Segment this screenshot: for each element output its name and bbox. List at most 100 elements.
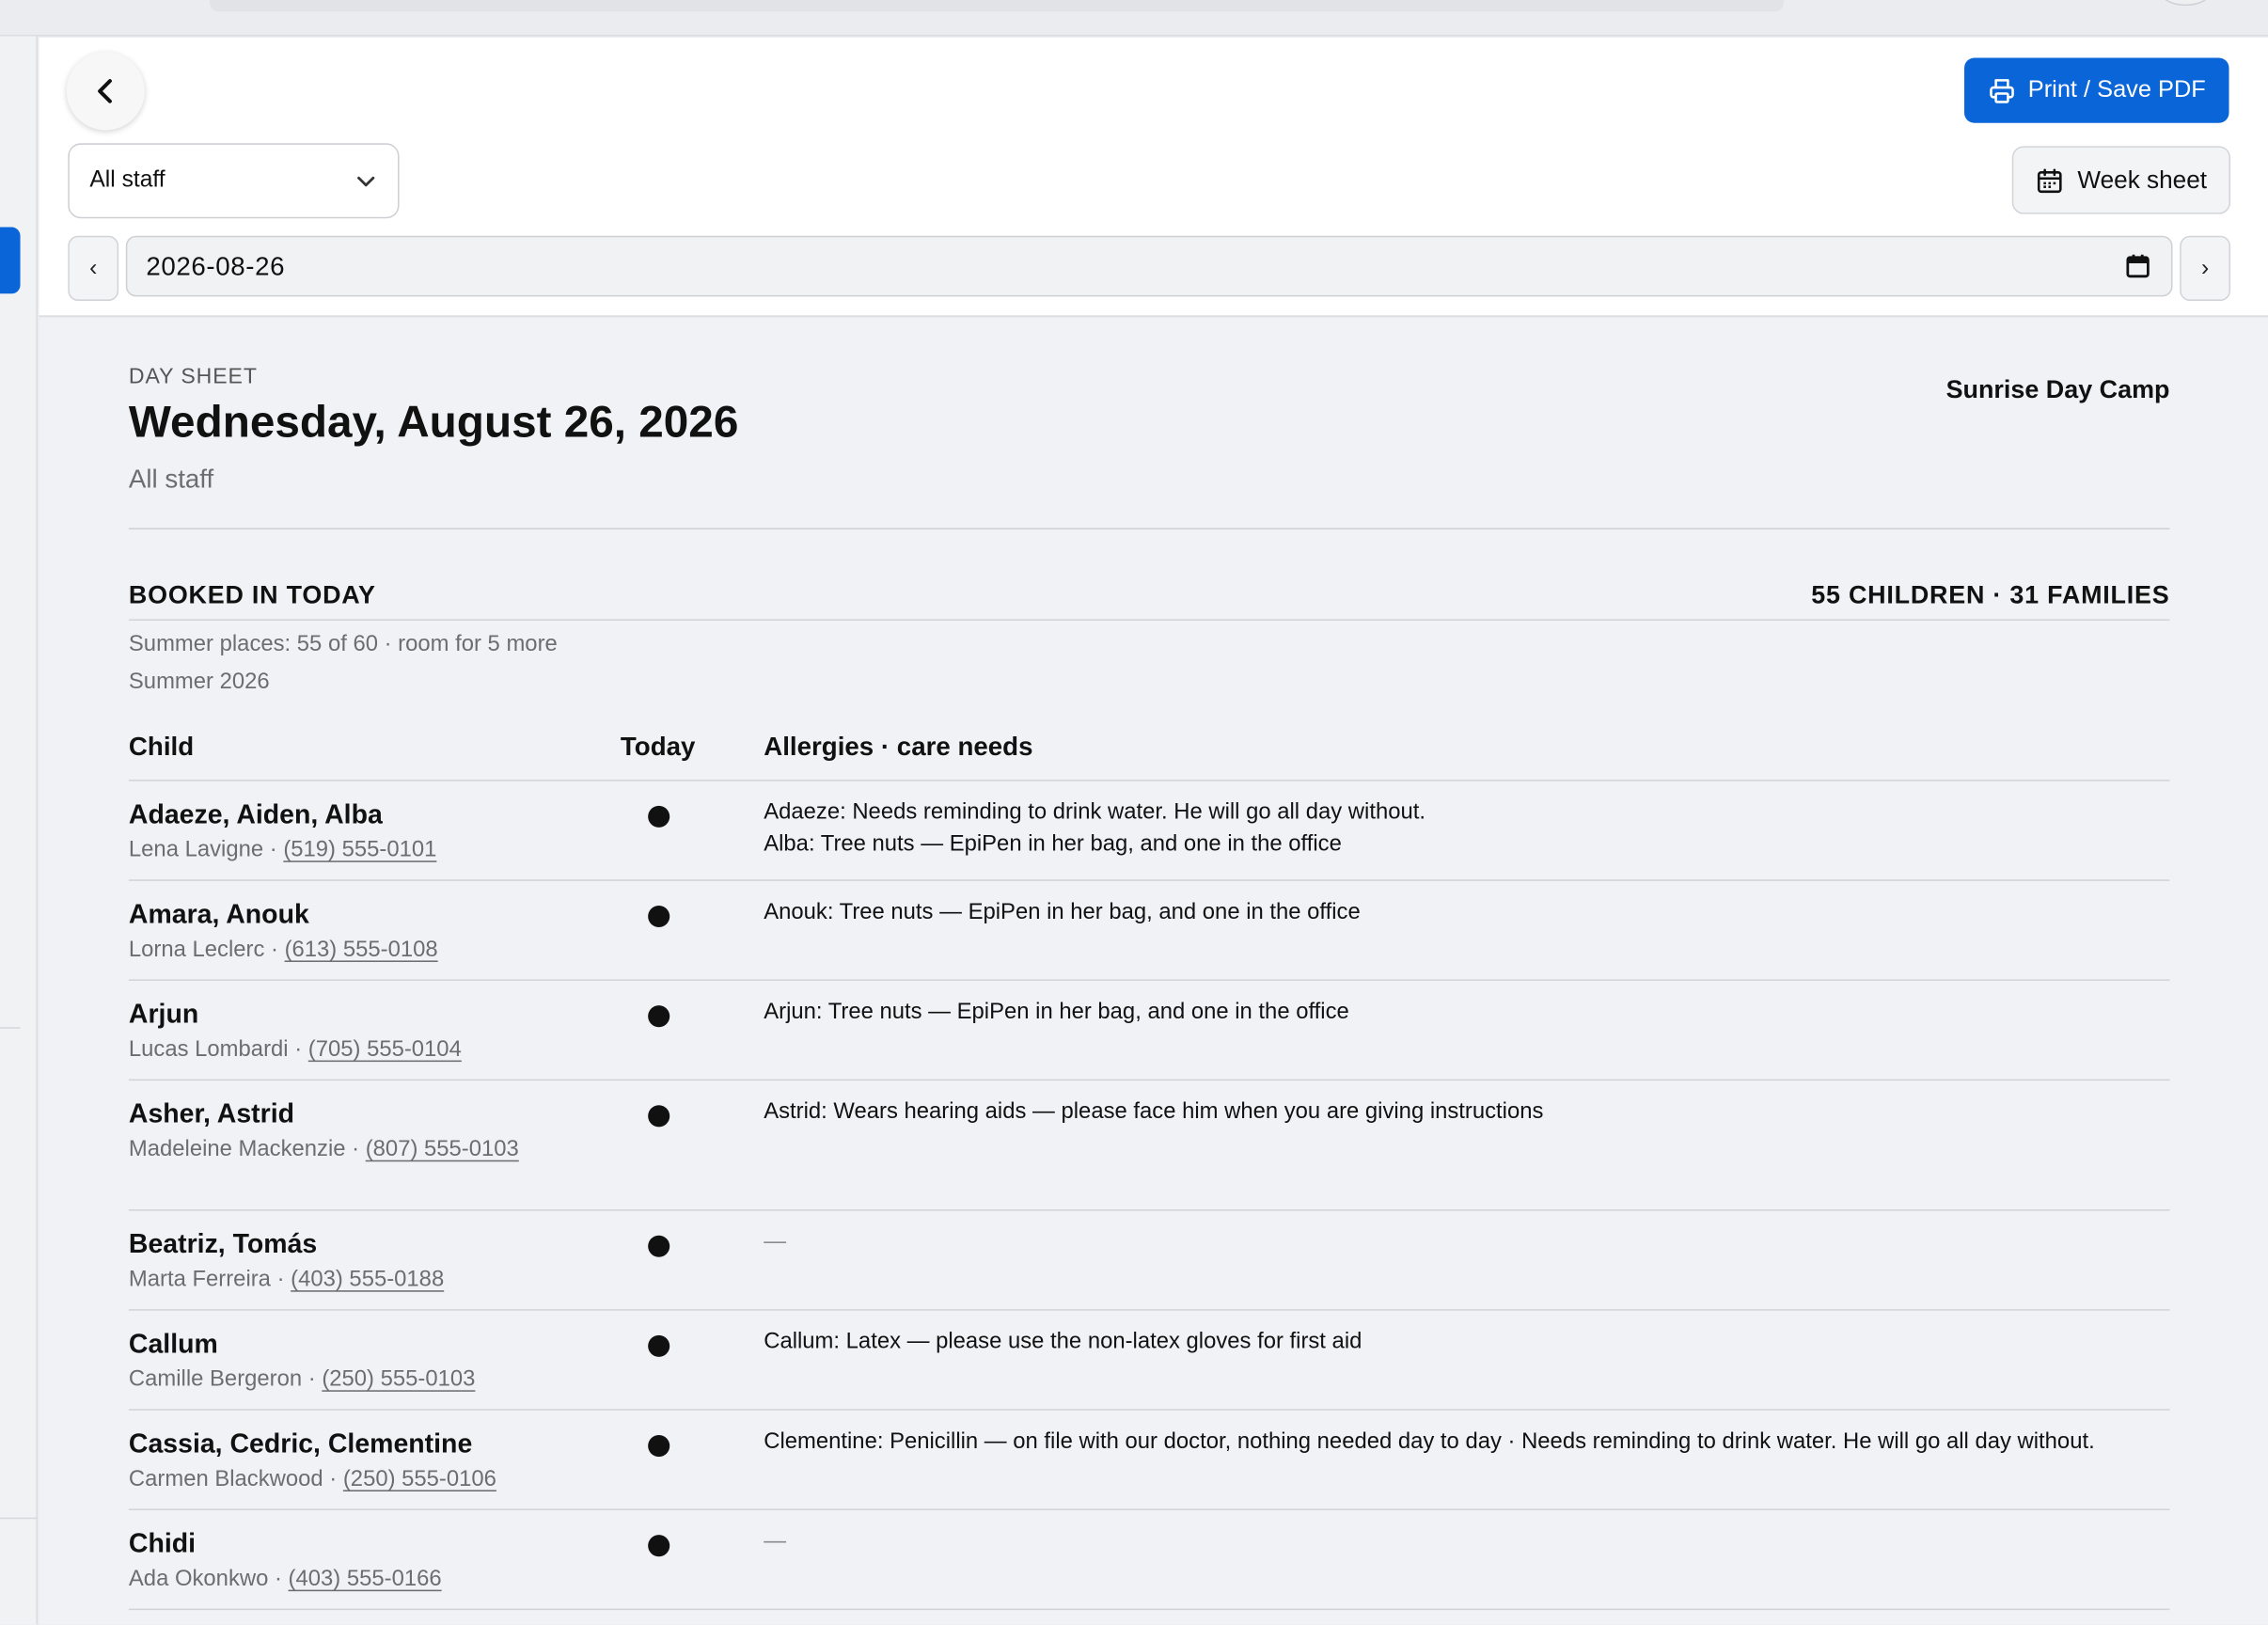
table-row: Amara, Anouk Lorna Leclerc · (613) 555-01… (128, 881, 2170, 981)
staff-filter-select[interactable]: All staff (68, 143, 400, 219)
child-names: Chidi (128, 1527, 197, 1558)
profile-button-edge[interactable] (2161, 0, 2211, 7)
guardian-phone-link[interactable]: (613) 555-0108 (285, 938, 438, 962)
care-note-line: Clementine: Penicillin — on file with ou… (764, 1428, 2095, 1454)
table-row: Chidi Ada Okonkwo · (403) 555-0166 — (128, 1510, 2170, 1611)
guardian-name: Lena Lavigne (128, 837, 264, 862)
sheet-toolbar: Print / Save PDF All staff Week sheet ‹ … (39, 37, 2268, 317)
week-sheet-button[interactable]: Week sheet (2011, 146, 2231, 214)
sheet-kicker: DAY SHEET (128, 364, 258, 389)
care-notes: Arjun: Tree nuts — EpiPen in her bag, an… (764, 997, 2152, 1029)
care-notes: Clementine: Penicillin — on file with ou… (764, 1427, 2152, 1459)
divider (128, 528, 2170, 530)
guardian-contact: Ada Okonkwo · (403) 555-0166 (128, 1566, 442, 1592)
date-input[interactable]: 2026-08-26 (125, 235, 2173, 297)
table-row: Beatriz, Tomás Marta Ferreira · (403) 555… (128, 1211, 2170, 1311)
day-sheet: DAY SHEET Wednesday, August 26, 2026 All… (39, 318, 2268, 1625)
attending-today-dot (648, 905, 670, 928)
organization-name: Sunrise Day Camp (1945, 374, 2170, 404)
guardian-phone-link[interactable]: (807) 555-0103 (366, 1137, 519, 1161)
staff-subtitle: All staff (128, 464, 214, 494)
attending-today-dot (648, 1005, 670, 1028)
guardian-name: Marta Ferreira (128, 1267, 271, 1292)
browser-top-strip (0, 0, 2268, 37)
guardian-name: Ada Okonkwo (128, 1566, 269, 1592)
table-row: Asher, Astrid Madeleine Mackenzie · (807)… (128, 1081, 2170, 1211)
attending-today-dot (648, 1105, 670, 1128)
address-bar-edge (210, 0, 1784, 12)
care-notes: Anouk: Tree nuts — EpiPen in her bag, an… (764, 897, 2152, 929)
guardian-phone-link[interactable]: (403) 555-0188 (291, 1268, 444, 1292)
care-notes: Callum: Latex — please use the non-latex… (764, 1327, 2152, 1359)
care-note-line: — (764, 1528, 787, 1554)
attending-today-dot (648, 805, 670, 828)
section-title: BOOKED IN TODAY (128, 579, 376, 609)
care-note-line: Callum: Latex — please use the non-latex… (764, 1329, 1362, 1354)
page-title: Wednesday, August 26, 2026 (128, 396, 739, 448)
sidebar-divider (0, 1517, 38, 1520)
child-names: Callum (128, 1328, 218, 1359)
attending-today-dot (648, 1235, 670, 1257)
printer-icon (1990, 78, 2014, 103)
care-note-line: — (764, 1229, 787, 1254)
care-notes: — (764, 1226, 2152, 1258)
children-table: Adaeze, Aiden, Alba Lena Lavigne · (519) … (128, 781, 2170, 1611)
chevron-down-icon (357, 176, 375, 187)
guardian-contact: Marta Ferreira · (403) 555-0188 (128, 1267, 445, 1292)
care-note-line: Arjun: Tree nuts — EpiPen in her bag, an… (764, 999, 1349, 1025)
season-label: Summer 2026 (128, 670, 270, 695)
previous-day-button[interactable]: ‹ (68, 235, 119, 301)
sidebar-divider (0, 1027, 21, 1029)
calendar-picker-icon[interactable] (2125, 253, 2151, 279)
guardian-phone-link[interactable]: (250) 555-0106 (343, 1467, 496, 1491)
care-notes: — (764, 1526, 2152, 1558)
attending-today-dot (648, 1334, 670, 1357)
print-button-label: Print / Save PDF (2027, 76, 2206, 103)
left-sidebar-rail (0, 36, 38, 1625)
care-note-line: Anouk: Tree nuts — EpiPen in her bag, an… (764, 899, 1361, 924)
column-header-allergies: Allergies · care needs (764, 732, 1033, 762)
app-stage: Print / Save PDF All staff Week sheet ‹ … (0, 0, 2268, 1625)
attendance-counts: 55 CHILDREN · 31 FAMILIES (1811, 579, 2170, 609)
divider (128, 619, 2170, 621)
guardian-name: Carmen Blackwood (128, 1466, 323, 1491)
guardian-contact: Carmen Blackwood · (250) 555-0106 (128, 1466, 496, 1491)
guardian-phone-link[interactable]: (250) 555-0103 (322, 1367, 475, 1392)
staff-select-value: All staff (89, 167, 165, 193)
care-note-line: Adaeze: Needs reminding to drink water. … (764, 799, 1425, 825)
child-names: Amara, Anouk (128, 898, 309, 929)
child-names: Arjun (128, 998, 199, 1029)
table-row: Callum Camille Bergeron · (250) 555-0103 C… (128, 1311, 2170, 1411)
capacity-note: Summer places: 55 of 60 · room for 5 mor… (128, 632, 558, 657)
attending-today-dot (648, 1535, 670, 1557)
guardian-phone-link[interactable]: (519) 555-0101 (283, 838, 436, 862)
care-notes: Astrid: Wears hearing aids — please face… (764, 1096, 2152, 1128)
guardian-contact: Lena Lavigne · (519) 555-0101 (128, 837, 437, 862)
guardian-name: Lorna Leclerc (128, 937, 265, 962)
calendar-icon (2038, 167, 2062, 193)
child-names: Beatriz, Tomás (128, 1228, 318, 1259)
guardian-phone-link[interactable]: (403) 555-0166 (289, 1567, 442, 1591)
table-row: Cassia, Cedric, Clementine Carmen Blackwo… (128, 1411, 2170, 1510)
care-note-line: Astrid: Wears hearing aids — please face… (764, 1099, 1544, 1125)
child-names: Adaeze, Aiden, Alba (128, 798, 383, 829)
guardian-contact: Madeleine Mackenzie · (807) 555-0103 (128, 1137, 519, 1162)
care-notes: Adaeze: Needs reminding to drink water. … (764, 797, 2152, 861)
care-note-line: Alba: Tree nuts — EpiPen in her bag, and… (764, 831, 1342, 857)
guardian-name: Lucas Lombardi (128, 1036, 289, 1063)
print-save-pdf-button[interactable]: Print / Save PDF (1964, 57, 2229, 123)
next-day-button[interactable]: › (2180, 235, 2231, 301)
guardian-phone-link[interactable]: (705) 555-0104 (308, 1037, 462, 1062)
column-header-child: Child (128, 732, 195, 762)
child-names: Asher, Astrid (128, 1097, 294, 1128)
table-row: Adaeze, Aiden, Alba Lena Lavigne · (519) … (128, 781, 2170, 881)
attending-today-dot (648, 1434, 670, 1458)
active-nav-indicator (0, 227, 21, 294)
guardian-name: Camille Bergeron (128, 1366, 303, 1392)
back-button[interactable] (66, 52, 145, 131)
guardian-contact: Camille Bergeron · (250) 555-0103 (128, 1366, 476, 1392)
child-names: Cassia, Cedric, Clementine (128, 1428, 473, 1459)
table-row: Arjun Lucas Lombardi · (705) 555-0104 Arju… (128, 981, 2170, 1081)
guardian-name: Madeleine Mackenzie (128, 1137, 346, 1162)
column-header-today: Today (620, 732, 696, 762)
